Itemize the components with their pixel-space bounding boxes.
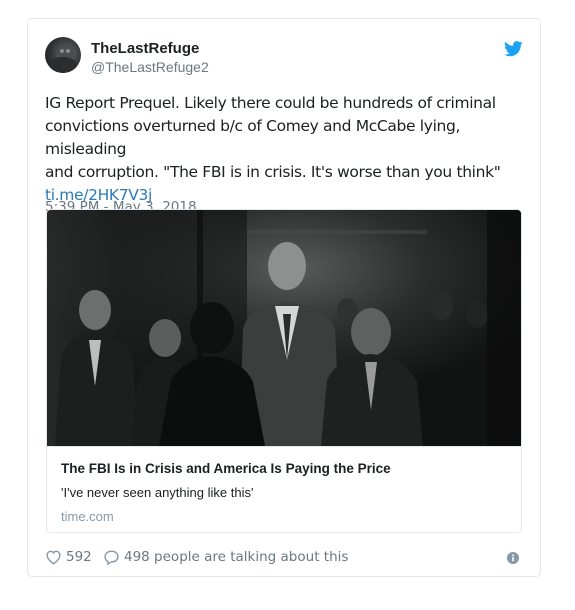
reply-button[interactable]: 498 people are talking about this [103,549,348,565]
tweet-text-line: convictions overturned b/c of Comey and … [45,117,461,158]
embedded-tweet: TheLastRefuge @TheLastRefuge2 IG Report … [27,18,541,577]
link-card[interactable]: The FBI Is in Crisis and America Is Payi… [46,209,522,533]
info-icon[interactable] [507,552,519,564]
twitter-bird-icon[interactable] [504,41,523,57]
tweet-text: IG Report Prequel. Likely there could be… [45,92,515,207]
card-domain: time.com [61,509,114,524]
tweet-header: TheLastRefuge @TheLastRefuge2 [45,37,523,77]
card-title[interactable]: The FBI Is in Crisis and America Is Payi… [61,461,391,476]
like-count: 592 [66,549,92,565]
card-image[interactable] [47,210,521,446]
tweet-text-line: IG Report Prequel. Likely there could be… [45,94,496,112]
author-names[interactable]: TheLastRefuge @TheLastRefuge2 [91,40,209,76]
avatar[interactable] [45,37,81,73]
card-meta[interactable]: The FBI Is in Crisis and America Is Payi… [47,446,521,532]
author-handle[interactable]: @TheLastRefuge2 [91,59,209,76]
conversation-text: 498 people are talking about this [124,549,349,565]
heart-icon [46,550,61,565]
tweet-text-line: and corruption. "The FBI is in crisis. I… [45,163,501,181]
speech-bubble-icon [104,550,119,565]
tweet-actions: 592 498 people are talking about this [45,549,523,569]
card-description: 'I've never seen anything like this' [61,485,254,500]
author-display-name[interactable]: TheLastRefuge [91,40,209,58]
like-button[interactable]: 592 [45,549,92,565]
